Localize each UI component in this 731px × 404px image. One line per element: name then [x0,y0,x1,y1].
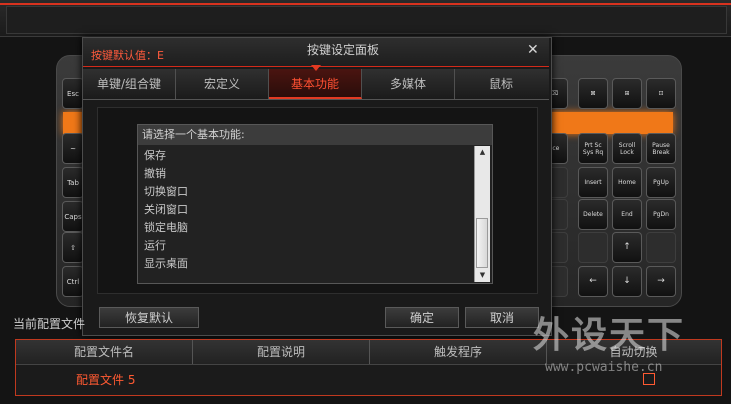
col-config-name: 配置文件名 [16,340,193,364]
top-bar-inner [6,6,727,34]
key-win-icon[interactable]: ⊞ [612,78,642,109]
default-key-value: 按键默认值：E [91,49,164,62]
key-pgdn[interactable]: PgDn [646,199,676,230]
basic-function-list[interactable]: 请选择一个基本功能: 保存 撤销 切换窗口 关闭窗口 锁定电脑 运行 显示桌面 … [137,124,493,284]
list-item[interactable]: 保存 [142,147,472,165]
key-arrow-up[interactable]: ↑ [612,232,642,263]
key-blank-4[interactable] [578,232,608,263]
key-scroll-lock[interactable]: Scroll Lock [612,133,642,164]
list-item[interactable]: 撤销 [142,165,472,183]
list-item[interactable]: 关闭窗口 [142,201,472,219]
tab-basic-function[interactable]: 基本功能 [269,65,362,99]
restore-default-button[interactable]: 恢复默认 [99,307,199,328]
list-item[interactable]: 锁定电脑 [142,219,472,237]
tab-macro[interactable]: 宏定义 [176,69,269,99]
config-row-name[interactable]: 配置文件 5 [76,371,135,388]
current-config-label: 当前配置文件 [13,317,86,331]
function-tabs: 单键/组合键 宏定义 基本功能 多媒体 鼠标 [83,65,549,100]
key-end[interactable]: End [612,199,642,230]
key-insert[interactable]: Insert [578,167,608,198]
top-red-line [0,3,731,5]
col-trigger-program: 触发程序 [370,340,547,364]
key-prtsc[interactable]: Prt Sc Sys Rq [578,133,608,164]
close-icon[interactable]: ✕ [527,42,539,58]
key-settings-dialog: 按键默认值：E 按键设定面板 ✕ 单键/组合键 宏定义 基本功能 多媒体 鼠标 … [82,37,552,336]
list-item[interactable]: 切换窗口 [142,183,472,201]
scroll-down-icon[interactable]: ▼ [475,269,490,282]
app-top-strip [0,0,731,37]
ok-button[interactable]: 确定 [385,307,459,328]
scroll-up-icon[interactable]: ▲ [475,146,490,159]
dialog-title-bar: 按键默认值：E 按键设定面板 ✕ [83,38,549,67]
key-arrow-left[interactable]: ← [578,266,608,297]
list-item[interactable]: 显示桌面 [142,255,472,273]
key-tab[interactable]: Tab [62,167,84,198]
key-shift[interactable]: ⇧ [62,232,84,263]
tab-single-combo[interactable]: 单键/组合键 [83,69,176,99]
col-config-desc: 配置说明 [193,340,370,364]
key-ctrl[interactable]: Ctrl [62,266,84,297]
watermark-logo: 外设天下 [533,315,686,356]
cancel-button[interactable]: 取消 [465,307,539,328]
list-header: 请选择一个基本功能: [138,125,492,145]
key-app-icon[interactable]: ⊡ [646,78,676,109]
key-esc[interactable]: Esc [62,78,84,109]
tab-basic-function-label: 基本功能 [290,77,339,91]
active-tab-arrow-icon [311,65,321,71]
key-caps[interactable]: Caps [62,201,84,232]
key-home[interactable]: Home [612,167,642,198]
key-tilde[interactable]: ~ [62,133,84,164]
list-scrollbar[interactable]: ▲ ▼ [474,146,490,282]
tab-mouse[interactable]: 鼠标 [455,69,547,99]
key-arrow-right[interactable]: → [646,266,676,297]
key-pause[interactable]: Pause Break [646,133,676,164]
site-watermark: 外设天下 www.pcwaishe.cn [533,306,723,388]
key-calc-icon[interactable]: ⊠ [578,78,608,109]
watermark-url: www.pcwaishe.cn [545,360,663,375]
tab-multimedia[interactable]: 多媒体 [362,69,455,99]
list-item[interactable]: 运行 [142,237,472,255]
scroll-thumb[interactable] [476,218,488,268]
key-pgup[interactable]: PgUp [646,167,676,198]
key-arrow-down[interactable]: ↓ [612,266,642,297]
key-blank-5[interactable] [646,232,676,263]
key-delete[interactable]: Delete [578,199,608,230]
list-items: 保存 撤销 切换窗口 关闭窗口 锁定电脑 运行 显示桌面 [142,147,472,281]
dialog-title: 按键设定面板 [306,43,379,57]
